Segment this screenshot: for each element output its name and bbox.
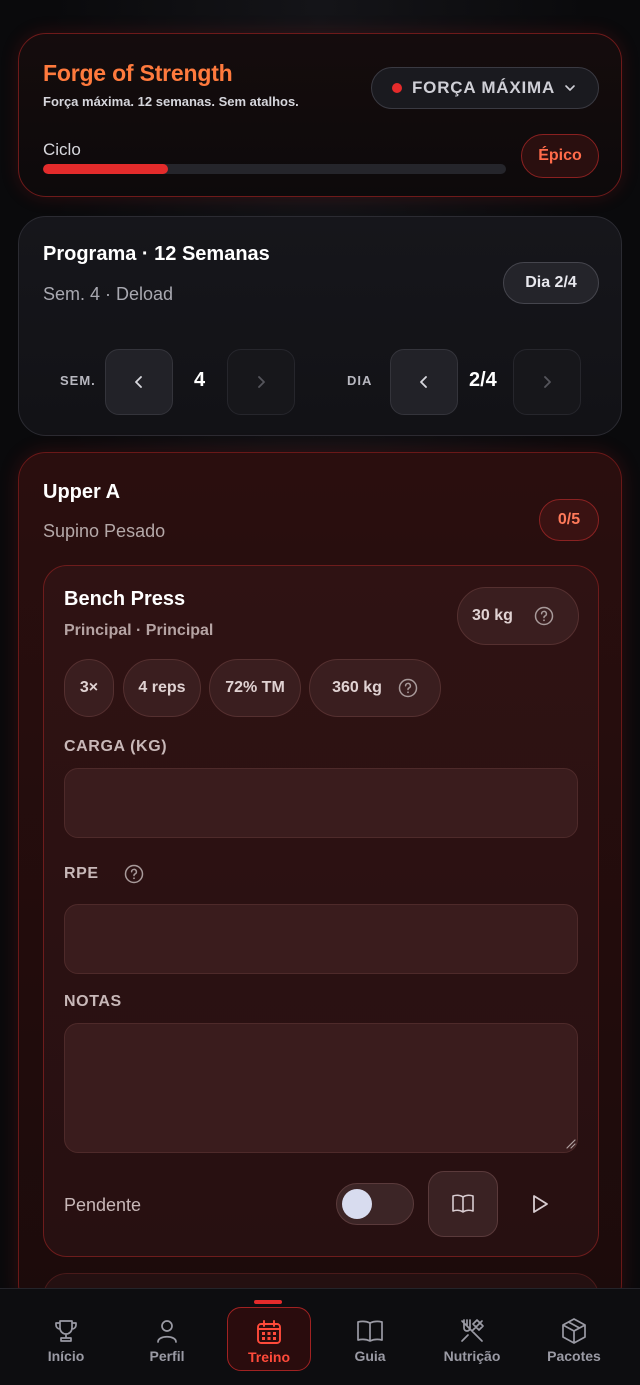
load-input[interactable] [64, 768, 578, 838]
exercise-category: Principal · Principal [64, 622, 214, 639]
day-badge: Dia 2/4 [503, 262, 599, 304]
week-next-button[interactable] [227, 349, 295, 415]
volume-chip[interactable]: 360 kg [309, 659, 441, 717]
calendar-icon [257, 1320, 281, 1344]
utensils-icon [461, 1319, 484, 1342]
hero-title: Forge of Strength [43, 60, 233, 86]
status-label: Pendente [64, 1195, 142, 1215]
status-dot-icon [392, 83, 402, 93]
toggle-knob [342, 1189, 372, 1219]
nav-label: Início [47, 1348, 85, 1364]
exercise-name: Bench Press [64, 588, 186, 610]
nav-label: Pacotes [547, 1348, 601, 1364]
rpe-label-row: RPE [64, 864, 144, 884]
cycle-label: Ciclo [43, 140, 81, 159]
rpe-input[interactable] [64, 904, 578, 974]
volume-value: 360 kg [332, 679, 382, 696]
nav-item-guia[interactable]: Guia [328, 1307, 412, 1371]
app-screen: Forge of Strength Força máxima. 12 seman… [0, 0, 640, 1385]
workout-card: Upper A Supino Pesado 0/5 Bench Press Pr… [18, 452, 622, 1333]
workout-progress-badge: 0/5 [539, 499, 599, 541]
day-value: 2/4 [469, 369, 497, 391]
user-icon [157, 1320, 177, 1343]
package-icon [562, 1318, 586, 1344]
program-title: Programa · 12 Semanas [43, 243, 270, 265]
week-value: 4 [194, 369, 206, 391]
mode-label: FORÇA MÁXIMA [412, 78, 556, 97]
day-label: DIA [347, 373, 373, 388]
play-button[interactable] [524, 1188, 556, 1220]
guide-button[interactable] [428, 1171, 498, 1237]
nav-item-perfil[interactable]: Perfil [125, 1307, 209, 1371]
training-max-chip: 72% TM [209, 659, 301, 717]
program-subtitle: Sem. 4 · Deload [43, 284, 174, 304]
book-icon [357, 1320, 383, 1342]
sets-chip: 3× [64, 659, 114, 717]
help-icon[interactable] [534, 606, 554, 626]
nav-label: Guia [354, 1348, 386, 1364]
day-next-button[interactable] [513, 349, 581, 415]
done-toggle[interactable] [336, 1183, 414, 1225]
play-icon [533, 1195, 548, 1213]
help-icon[interactable] [124, 864, 144, 884]
load-label: CARGA (KG) [64, 738, 168, 755]
weight-badge[interactable]: 30 kg [457, 587, 579, 645]
nav-item-treino[interactable]: Treino [227, 1307, 311, 1371]
hero-card: Forge of Strength Força máxima. 12 seman… [18, 33, 622, 197]
nav-label: Treino [247, 1349, 290, 1365]
help-icon[interactable] [398, 678, 418, 698]
exercise-card: Bench Press Principal · Principal 30 kg … [43, 565, 599, 1257]
chevron-right-icon [544, 376, 551, 388]
nav-item-nutricao[interactable]: Nutrição [430, 1307, 514, 1371]
chevron-left-icon [420, 376, 427, 388]
workout-title: Upper A [43, 481, 121, 503]
cycle-progress-fill [43, 164, 168, 174]
nav-label: Nutrição [443, 1348, 501, 1364]
hero-subtitle: Força máxima. 12 semanas. Sem atalhos. [43, 94, 299, 109]
bottom-nav: Início Perfil Treino Guia Nutrição Pacot… [0, 1288, 640, 1385]
notes-textarea[interactable] [64, 1023, 578, 1153]
weight-value: 30 kg [472, 607, 513, 624]
nav-label: Perfil [149, 1348, 185, 1364]
reps-chip: 4 reps [123, 659, 201, 717]
workout-subtitle: Supino Pesado [43, 521, 166, 541]
nav-item-inicio[interactable]: Início [24, 1307, 108, 1371]
week-label: SEM. [60, 373, 96, 388]
day-prev-button[interactable] [390, 349, 458, 415]
chevron-left-icon [135, 376, 142, 388]
rpe-label: RPE [64, 865, 99, 883]
book-icon [452, 1194, 474, 1213]
tier-badge: Épico [521, 134, 599, 178]
chevron-right-icon [258, 376, 265, 388]
active-tab-indicator [254, 1300, 282, 1304]
cycle-progress-bar [43, 164, 506, 174]
resize-grip-icon[interactable] [564, 1137, 576, 1149]
mode-dropdown[interactable]: FORÇA MÁXIMA [371, 67, 599, 109]
program-card: Programa · 12 Semanas Sem. 4 · Deload Di… [18, 216, 622, 436]
nav-item-pacotes[interactable]: Pacotes [532, 1307, 616, 1371]
notes-label: NOTAS [64, 993, 122, 1010]
trophy-icon [55, 1320, 77, 1342]
chevron-down-icon [565, 85, 575, 91]
week-prev-button[interactable] [105, 349, 173, 415]
